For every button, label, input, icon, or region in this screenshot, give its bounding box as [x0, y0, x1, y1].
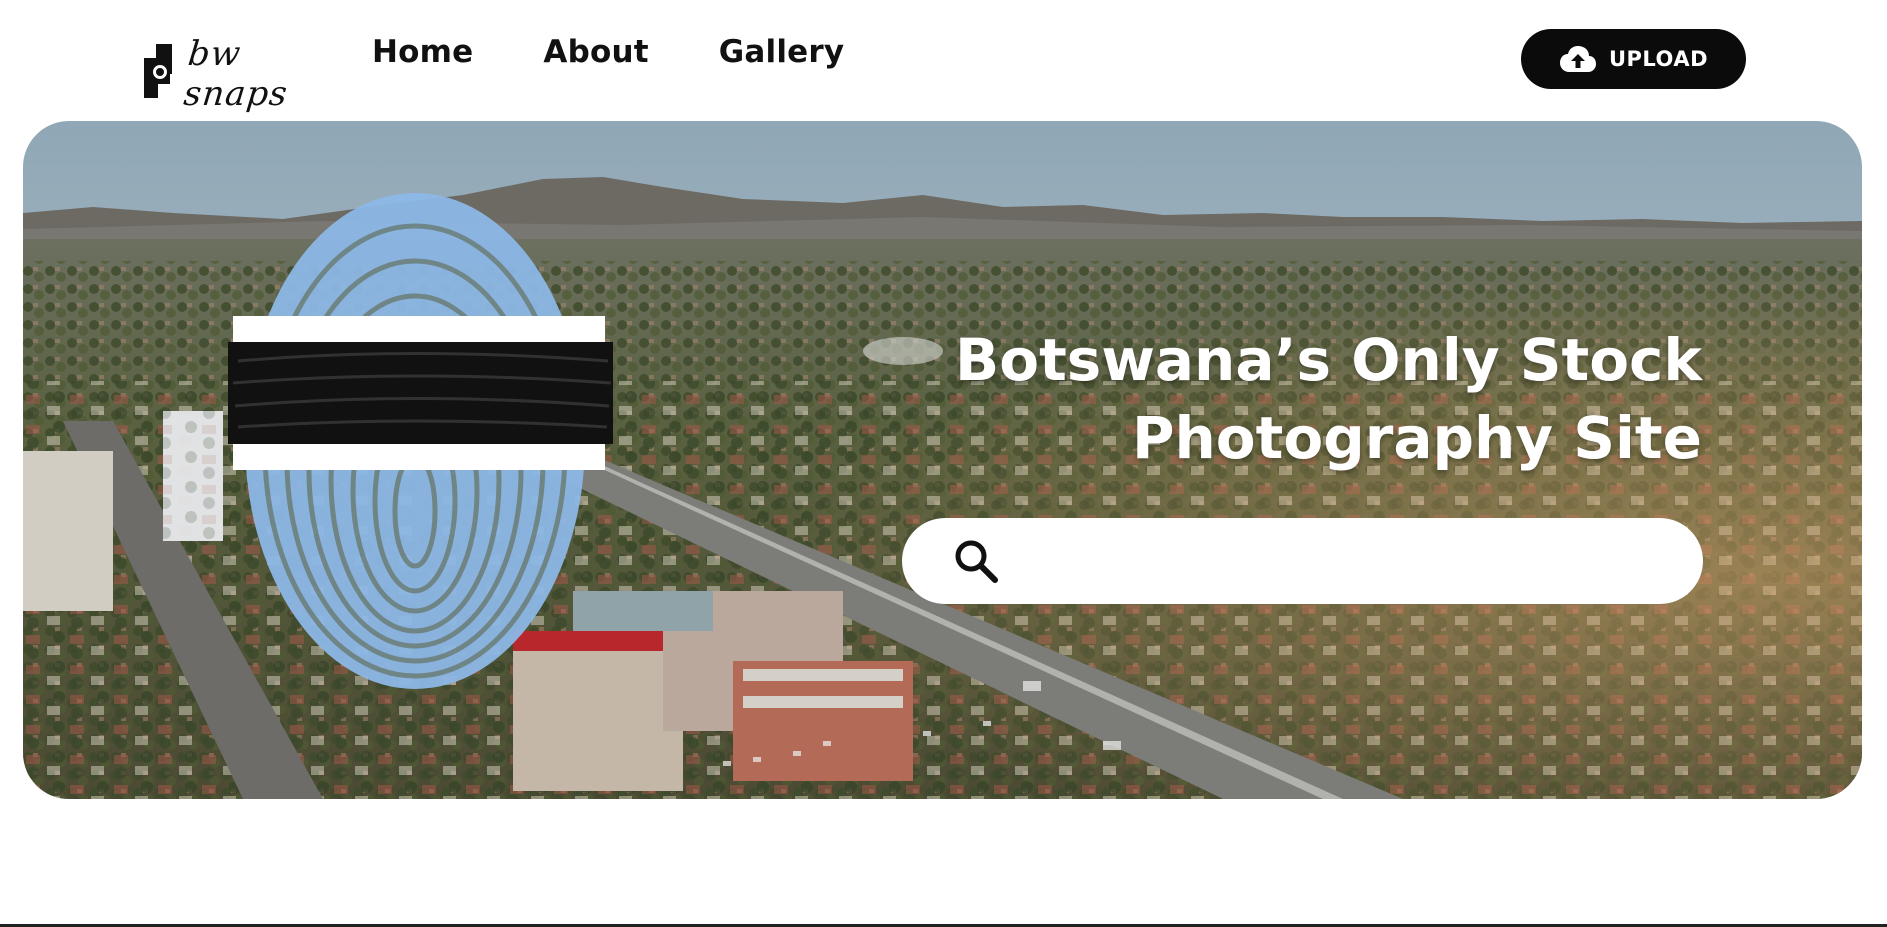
camera-hand-logo-icon	[144, 44, 172, 98]
upload-label: UPLOAD	[1608, 47, 1709, 71]
headline-line-1: Botswana’s Only Stock	[955, 326, 1702, 394]
hero-banner: Botswana’s Only Stock Photography Site	[23, 121, 1862, 799]
nav-about[interactable]: About	[543, 34, 648, 70]
upload-button[interactable]: UPLOAD	[1521, 29, 1746, 89]
nav-home[interactable]: Home	[372, 34, 473, 70]
nav-gallery[interactable]: Gallery	[719, 34, 845, 70]
main-nav: Home About Gallery	[372, 34, 844, 70]
headline-line-2: Photography Site	[1131, 404, 1702, 472]
logo-wordmark: bw snaps	[181, 34, 290, 114]
search-icon[interactable]	[952, 537, 1000, 585]
hero-headline: Botswana’s Only Stock Photography Site	[802, 321, 1702, 477]
search-bar[interactable]	[902, 518, 1703, 604]
cloud-upload-icon	[1559, 46, 1596, 72]
logo[interactable]: bw snaps	[142, 14, 340, 114]
search-input[interactable]	[1018, 545, 1667, 577]
